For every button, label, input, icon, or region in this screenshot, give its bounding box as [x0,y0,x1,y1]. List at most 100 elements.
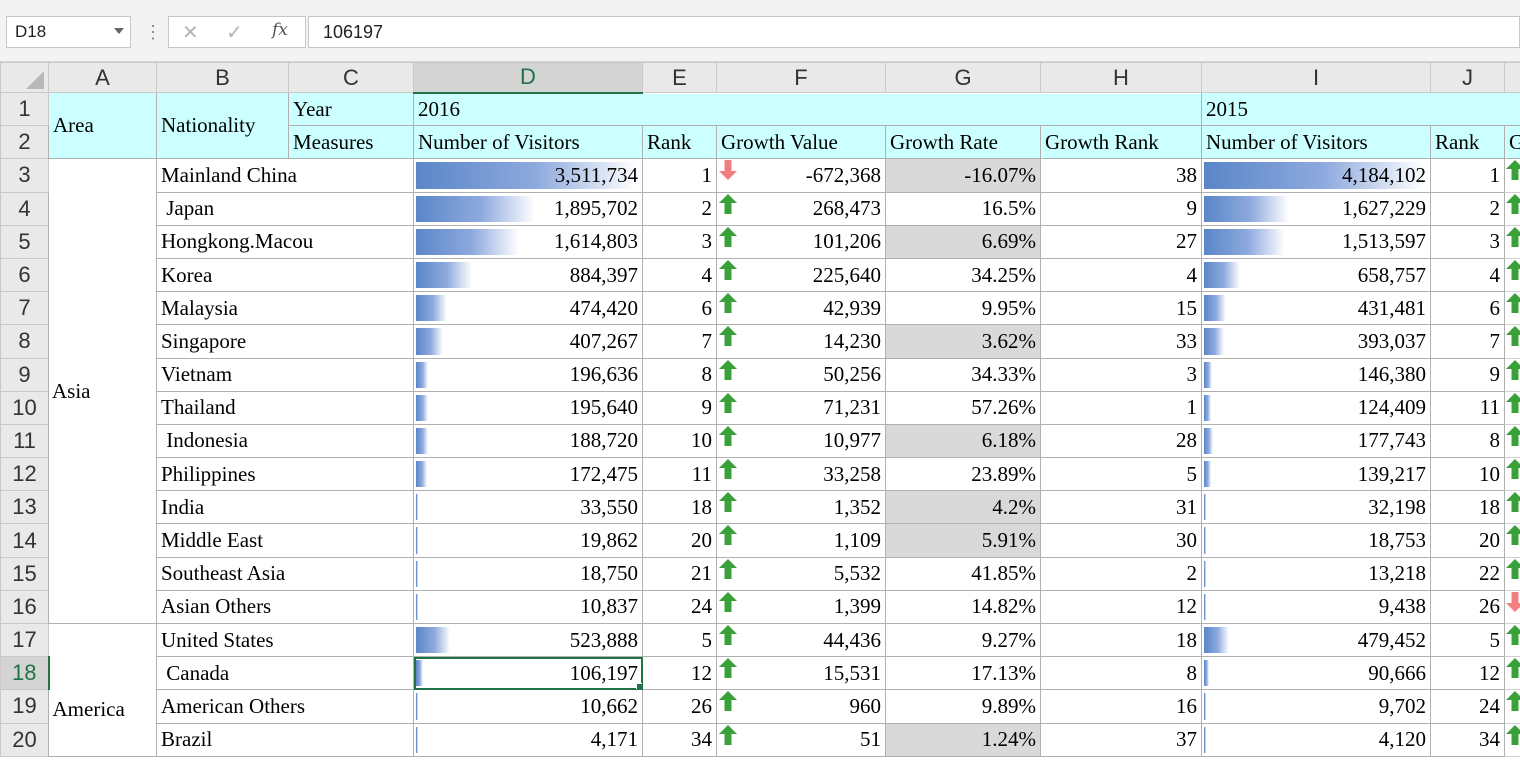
visitors-2016-cell[interactable]: 33,550 [413,490,643,525]
rank-2015-cell[interactable]: 7 [1430,324,1505,359]
growth-value-cell[interactable]: 10,977 [716,423,886,459]
rank-2016-cell[interactable]: 2 [642,191,717,226]
rank-2016-cell[interactable]: 11 [642,457,717,492]
year-2015-header[interactable]: 2015 [1201,91,1520,127]
nationality-cell[interactable]: Singapore [156,324,414,359]
column-header-b[interactable]: B [156,62,289,93]
rank-2016-cell[interactable]: 12 [642,656,717,691]
growth-value-cell[interactable]: 44,436 [716,622,886,658]
growth-2015-cell-partial[interactable] [1504,357,1520,392]
visitors-2016-cell[interactable]: 1,614,803 [413,224,643,259]
visitors-2016-cell[interactable]: 172,475 [413,457,643,492]
column-header-d[interactable]: D [413,62,643,94]
growth-rate-cell[interactable]: 34.25% [885,257,1041,293]
row-header-2[interactable]: 2 [0,125,49,160]
growth-value-cell[interactable]: 71,231 [716,390,886,425]
growth-rank-cell[interactable]: 9 [1040,191,1202,226]
visitors-2015-cell[interactable]: 32,198 [1201,490,1431,525]
growth-rate-cell[interactable]: 6.69% [885,224,1041,259]
growth-rank-cell[interactable]: 12 [1040,589,1202,625]
growth-value-cell[interactable]: 33,258 [716,457,886,492]
growth-rank-cell[interactable]: 8 [1040,656,1202,691]
rank-2015-cell[interactable]: 26 [1430,589,1505,625]
row-header-3[interactable]: 3 [0,158,49,193]
rank-2016-cell[interactable]: 26 [642,689,717,724]
growth-rank-cell[interactable]: 37 [1040,722,1202,757]
rank-2015-cell[interactable]: 22 [1430,556,1505,591]
area-cell-asia[interactable]: Asia [48,158,157,624]
growth-rank-cell[interactable]: 1 [1040,390,1202,425]
visitors-2016-cell[interactable]: 195,640 [413,390,643,425]
rank-2015-cell[interactable]: 6 [1430,291,1505,326]
formula-input[interactable]: 106197 [308,16,1520,48]
row-header-19[interactable]: 19 [0,689,49,724]
rank-2015-cell[interactable]: 10 [1430,457,1505,492]
visitors-2016-cell[interactable]: 4,171 [413,722,643,757]
rank-2015-cell[interactable]: 5 [1430,622,1505,658]
year-2016-header[interactable]: 2016 [413,91,1202,127]
growth-2015-cell-partial[interactable] [1504,523,1520,558]
nationality-cell[interactable]: Malaysia [156,291,414,326]
growth-value-cell[interactable]: 14,230 [716,324,886,359]
growth-2015-cell-partial[interactable] [1504,656,1520,691]
nationality-cell[interactable]: Asian Others [156,589,414,625]
visitors-2015-cell[interactable]: 124,409 [1201,390,1431,425]
growth-rate-cell[interactable]: 17.13% [885,656,1041,691]
visitors-2015-cell[interactable]: 479,452 [1201,622,1431,658]
visitors-2016-cell[interactable]: 884,397 [413,257,643,293]
growth-2015-cell-partial[interactable] [1504,158,1520,193]
visitors-2015-cell[interactable]: 18,753 [1201,523,1431,558]
nationality-cell[interactable]: American Others [156,689,414,724]
row-header-4[interactable]: 4 [0,191,49,226]
growth-rank-cell[interactable]: 38 [1040,158,1202,193]
rank-2015-cell[interactable]: 1 [1430,158,1505,193]
visitors-2015-cell[interactable]: 9,438 [1201,589,1431,625]
growth-2015-cell-partial[interactable] [1504,457,1520,492]
chevron-down-icon[interactable] [114,28,124,34]
growth-rate-cell[interactable]: 9.89% [885,689,1041,724]
visitors-2015-cell[interactable]: 1,627,229 [1201,191,1431,226]
rank-2015-cell[interactable]: 24 [1430,689,1505,724]
visitors-2016-cell[interactable]: 1,895,702 [413,191,643,226]
visitors-2016-cell[interactable]: 10,837 [413,589,643,625]
growth-rank-cell[interactable]: 15 [1040,291,1202,326]
growth-value-cell[interactable]: 1,399 [716,589,886,625]
growth-rate-cell[interactable]: 57.26% [885,390,1041,425]
visitors-2016-cell[interactable]: 106,197 [413,656,643,691]
growth-rank-cell[interactable]: 5 [1040,457,1202,492]
row-header-9[interactable]: 9 [0,357,49,392]
row-header-6[interactable]: 6 [0,257,49,293]
growth-rate-cell[interactable]: 6.18% [885,423,1041,459]
nationality-cell[interactable]: Philippines [156,457,414,492]
column-header-a[interactable]: A [48,62,157,93]
growth-rank-cell[interactable]: 30 [1040,523,1202,558]
growth-2015-cell-partial[interactable] [1504,423,1520,459]
rank-2016-cell[interactable]: 20 [642,523,717,558]
visitors-2016-cell[interactable]: 407,267 [413,324,643,359]
row-header-18[interactable]: 18 [0,656,50,691]
area-header[interactable]: Area [48,91,157,160]
visitors-2016-cell[interactable]: 19,862 [413,523,643,558]
growth-rank-header[interactable]: Growth Rank [1040,125,1202,160]
visitors-2016-cell[interactable]: 188,720 [413,423,643,459]
nationality-cell[interactable]: Brazil [156,722,414,757]
visitors-2015-cell[interactable]: 13,218 [1201,556,1431,591]
row-header-13[interactable]: 13 [0,490,49,525]
rank-2016-cell[interactable]: 1 [642,158,717,193]
column-header-e[interactable]: E [642,62,717,93]
row-header-14[interactable]: 14 [0,523,49,558]
nationality-cell[interactable]: India [156,490,414,525]
growth-rate-cell[interactable]: 5.91% [885,523,1041,558]
growth-2015-cell-partial[interactable] [1504,722,1520,757]
row-header-7[interactable]: 7 [0,291,49,326]
growth-2015-header-partial[interactable]: G [1504,125,1520,160]
visitors-2016-cell[interactable]: 523,888 [413,622,643,658]
visitors-2016-cell[interactable]: 196,636 [413,357,643,392]
growth-rank-cell[interactable]: 3 [1040,357,1202,392]
nationality-header[interactable]: Nationality [156,91,289,160]
rank-2016-cell[interactable]: 4 [642,257,717,293]
row-header-16[interactable]: 16 [0,589,49,625]
column-header-k[interactable] [1504,62,1520,93]
rank-2015-cell[interactable]: 8 [1430,423,1505,459]
rank-2016-cell[interactable]: 18 [642,490,717,525]
